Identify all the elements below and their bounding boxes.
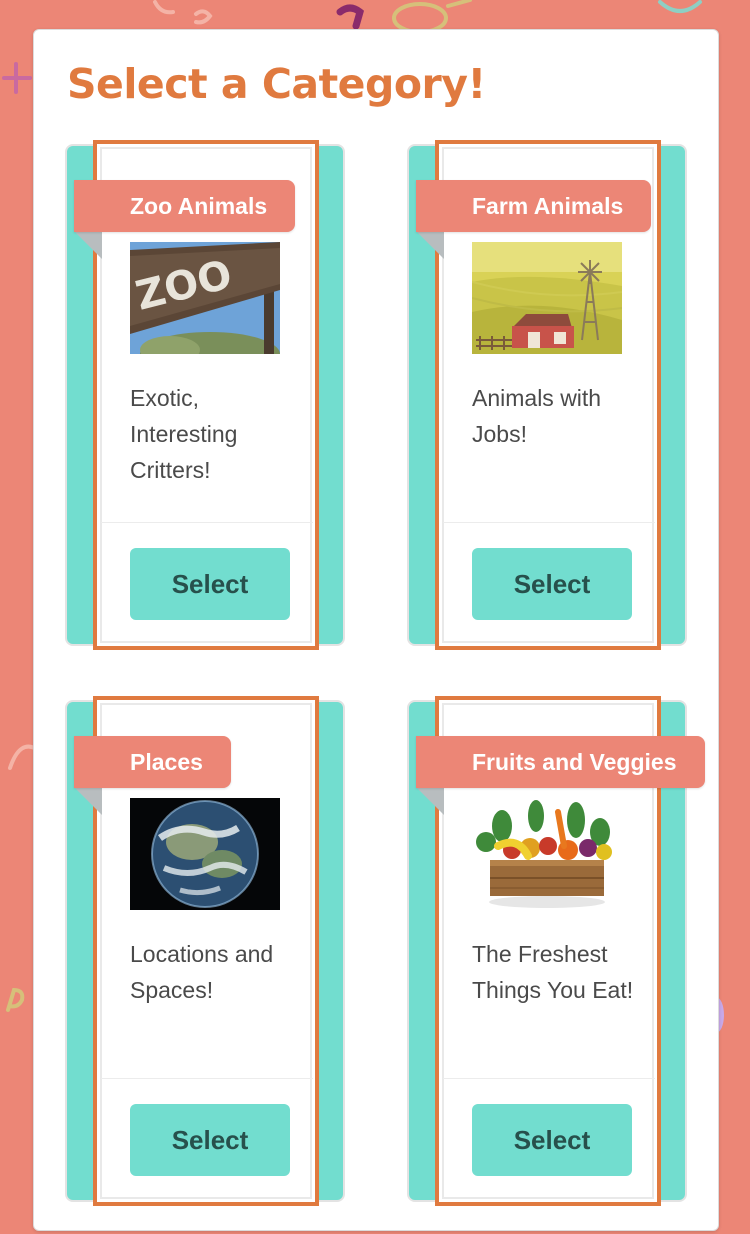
category-card-farm-animals: Farm Animals Animals with Jobs! Select <box>407 140 687 650</box>
category-card-places: Places Locations and Spaces! Select <box>65 696 345 1206</box>
select-farm-animals-button[interactable]: Select <box>472 548 632 620</box>
card-divider <box>443 1078 655 1079</box>
vegetable-crate-image <box>472 798 622 910</box>
category-panel: Select a Category! Zoo Animals ZOO Exoti… <box>33 29 719 1231</box>
ribbon-fold <box>416 787 444 815</box>
category-description: Animals with Jobs! <box>472 385 602 447</box>
farm-windmill-image <box>472 242 622 354</box>
select-places-button[interactable]: Select <box>130 1104 290 1176</box>
zoo-sign-image: ZOO <box>130 242 280 354</box>
category-label: Farm Animals <box>416 180 652 232</box>
category-label: Fruits and Veggies <box>416 736 705 788</box>
ribbon-fold <box>74 231 102 259</box>
card-divider <box>101 1078 313 1079</box>
page-title: Select a Category! <box>67 60 486 108</box>
earth-globe-image <box>130 798 280 910</box>
category-description: Exotic, Interesting Critters! <box>130 385 238 483</box>
ribbon-fold <box>74 787 102 815</box>
select-fruits-and-veggies-button[interactable]: Select <box>472 1104 632 1176</box>
category-description: The Freshest Things You Eat! <box>472 941 634 1003</box>
category-card-fruits-and-veggies: Fruits and Veggies The Freshest Things Y… <box>407 696 705 1206</box>
category-label: Zoo Animals <box>74 180 296 232</box>
card-divider <box>101 522 313 523</box>
ribbon-fold <box>416 231 444 259</box>
select-zoo-animals-button[interactable]: Select <box>130 548 290 620</box>
card-divider <box>443 522 655 523</box>
category-card-zoo-animals: Zoo Animals ZOO Exotic, Interesting Crit… <box>65 140 345 650</box>
category-description: Locations and Spaces! <box>130 941 274 1003</box>
category-label: Places <box>74 736 231 788</box>
